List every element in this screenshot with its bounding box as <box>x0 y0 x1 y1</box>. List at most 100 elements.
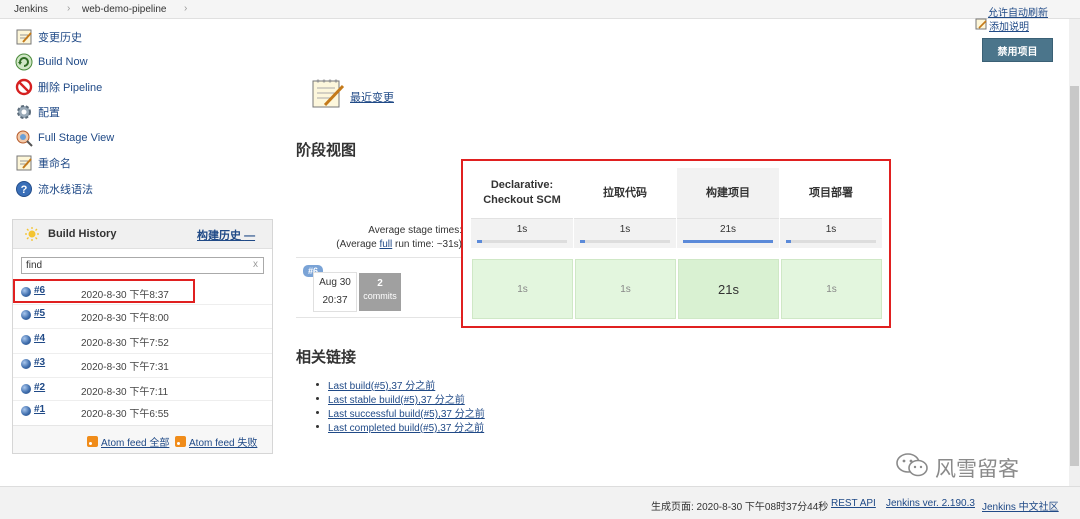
task-full-stage-view[interactable]: Full Stage View <box>14 128 114 148</box>
avg-stage-times-text: Average stage times: <box>368 225 462 236</box>
jenkins-community-link[interactable]: Jenkins 中文社区 <box>982 498 1059 513</box>
build-time[interactable]: 2020-8-30 下午7:52 <box>81 334 169 349</box>
delete-icon <box>14 78 33 97</box>
disable-project-button[interactable]: 禁用项目 <box>982 38 1053 62</box>
run-time: 20:37 <box>322 295 348 306</box>
breadcrumb-job[interactable]: web-demo-pipeline <box>82 4 167 15</box>
task-label[interactable]: Build Now <box>38 56 88 68</box>
build-row[interactable]: #5 2020-8-30 下午8:00 <box>13 304 272 326</box>
divider <box>296 257 461 258</box>
rss-icon <box>175 436 186 447</box>
build-number-link[interactable]: #2 <box>34 382 45 393</box>
commits-count: 2 <box>377 278 383 289</box>
scrollbar-thumb[interactable] <box>1070 86 1079 466</box>
edit-icon <box>975 18 987 33</box>
build-time[interactable]: 2020-8-30 下午6:55 <box>81 405 169 420</box>
last-build-link[interactable]: Last build(#5),37 分之前 <box>328 377 435 392</box>
edit-description-link[interactable]: 添加说明 <box>975 18 1029 33</box>
build-status-ball-icon <box>21 406 31 416</box>
recent-changes-link[interactable]: 最近变更 <box>350 89 394 105</box>
last-stable-build-link[interactable]: Last stable build(#5),37 分之前 <box>328 391 465 406</box>
help-icon: ? <box>14 180 33 199</box>
build-time[interactable]: 2020-8-30 下午7:11 <box>81 383 168 398</box>
watermark-text: 风雪留客 <box>935 458 1019 481</box>
build-time[interactable]: 2020-8-30 下午7:31 <box>81 358 169 373</box>
breadcrumb: Jenkins › web-demo-pipeline › 允许自动刷新 <box>0 0 1080 19</box>
build-row[interactable]: #3 2020-8-30 下午7:31 <box>13 353 272 375</box>
bullet-icon <box>316 397 319 400</box>
related-link-item: Last stable build(#5),37 分之前 <box>316 391 465 406</box>
build-number-link[interactable]: #3 <box>34 357 45 368</box>
task-label[interactable]: 配置 <box>38 104 60 120</box>
task-label[interactable]: 重命名 <box>38 155 71 171</box>
build-status-ball-icon <box>21 335 31 345</box>
notepad-icon <box>14 28 33 47</box>
build-row[interactable]: #4 2020-8-30 下午7:52 <box>13 329 272 351</box>
notepad-icon <box>14 154 33 173</box>
build-history-panel: Build History 构建历史 — x #6 2020-8-30 下午8:… <box>12 219 273 454</box>
build-status-ball-icon <box>21 384 31 394</box>
commits-label: commits <box>363 291 397 301</box>
build-number-link[interactable]: #1 <box>34 404 45 415</box>
bullet-icon <box>316 411 319 414</box>
task-build-now[interactable]: Build Now <box>14 52 88 72</box>
footer: 生成页面: 2020-8-30 下午08时37分44秒 REST API Jen… <box>0 486 1080 519</box>
related-link-item: Last successful build(#5),37 分之前 <box>316 405 485 420</box>
rss-icon <box>87 436 98 447</box>
page-generated-text: 生成页面: 2020-8-30 下午08时37分44秒 <box>651 502 829 513</box>
notepad-icon <box>310 76 346 111</box>
build-number-link[interactable]: #5 <box>34 308 45 319</box>
task-rename[interactable]: 重命名 <box>14 153 71 173</box>
build-history-header: Build History 构建历史 — <box>13 220 272 249</box>
build-now-icon <box>14 53 33 72</box>
full-run-time-link[interactable]: full <box>379 239 392 250</box>
highlight-box <box>13 279 195 303</box>
task-label[interactable]: 删除 Pipeline <box>38 79 102 95</box>
chevron-right-icon[interactable]: › <box>184 3 187 14</box>
commits-badge[interactable]: 2 commits <box>359 273 401 311</box>
stage-view-icon <box>14 129 33 148</box>
last-completed-build-link[interactable]: Last completed build(#5),37 分之前 <box>328 419 484 434</box>
related-links-title: 相关链接 <box>296 349 357 366</box>
task-changes[interactable]: 变更历史 <box>14 27 82 47</box>
atom-feed-failed-link[interactable]: Atom feed 失败 <box>175 434 257 449</box>
bullet-icon <box>316 383 319 386</box>
rest-api-link[interactable]: REST API <box>831 498 876 509</box>
build-search-input[interactable] <box>21 257 264 274</box>
sun-icon <box>25 227 39 244</box>
build-status-ball-icon <box>21 310 31 320</box>
task-delete-pipeline[interactable]: 删除 Pipeline <box>14 77 102 97</box>
build-row[interactable]: #1 2020-8-30 下午6:55 <box>13 400 272 422</box>
run-date-box: Aug 30 20:37 <box>313 272 357 312</box>
average-stage-times-label: Average stage times: (Average full run t… <box>300 224 462 252</box>
divider <box>296 317 461 318</box>
svg-text:?: ? <box>20 184 27 196</box>
related-link-item: Last build(#5),37 分之前 <box>316 377 435 392</box>
clear-search-icon[interactable]: x <box>253 259 258 270</box>
atom-feed-all-link[interactable]: Atom feed 全部 <box>87 434 169 449</box>
jenkins-version-link[interactable]: Jenkins ver. 2.190.3 <box>886 498 975 509</box>
bullet-icon <box>316 425 319 428</box>
build-time[interactable]: 2020-8-30 下午8:00 <box>81 309 169 324</box>
build-row[interactable]: #2 2020-8-30 下午7:11 <box>13 378 272 400</box>
task-label[interactable]: 变更历史 <box>38 29 82 45</box>
task-configure[interactable]: 配置 <box>14 102 60 122</box>
related-link-item: Last completed build(#5),37 分之前 <box>316 419 484 434</box>
task-pipeline-syntax[interactable]: ? 流水线语法 <box>14 179 93 199</box>
auto-refresh-link[interactable]: 允许自动刷新 <box>988 4 1048 19</box>
wechat-icon <box>895 451 929 485</box>
chevron-right-icon: › <box>67 3 71 14</box>
run-date: Aug 30 <box>319 277 351 288</box>
build-trend-link[interactable]: 构建历史 — <box>197 227 255 243</box>
task-label[interactable]: 流水线语法 <box>38 181 93 197</box>
highlight-box <box>461 159 891 328</box>
avg-run-time-text: (Average full run time: ~31s) <box>336 239 462 250</box>
task-label[interactable]: Full Stage View <box>38 132 114 144</box>
build-status-ball-icon <box>21 359 31 369</box>
build-history-title: Build History <box>48 228 117 240</box>
last-successful-build-link[interactable]: Last successful build(#5),37 分之前 <box>328 405 485 420</box>
watermark: 风雪留客 <box>895 451 1019 485</box>
breadcrumb-jenkins[interactable]: Jenkins <box>14 4 48 15</box>
build-number-link[interactable]: #4 <box>34 333 45 344</box>
gear-icon <box>14 103 33 122</box>
